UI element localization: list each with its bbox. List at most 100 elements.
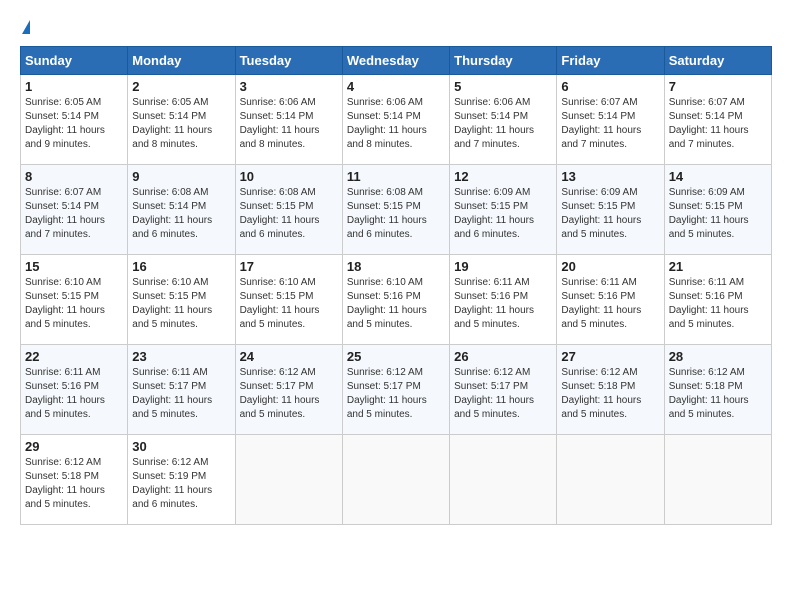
day-info: Sunrise: 6:12 AMSunset: 5:18 PMDaylight:…: [25, 457, 105, 510]
calendar-day-header: Tuesday: [235, 47, 342, 75]
logo: [20, 20, 30, 36]
day-info: Sunrise: 6:06 AMSunset: 5:14 PMDaylight:…: [454, 97, 534, 150]
calendar-week-row: 1 Sunrise: 6:05 AMSunset: 5:14 PMDayligh…: [21, 75, 772, 165]
calendar-cell: 11 Sunrise: 6:08 AMSunset: 5:15 PMDaylig…: [342, 165, 449, 255]
page-header: [20, 20, 772, 36]
day-number: 29: [25, 439, 123, 454]
calendar-week-row: 15 Sunrise: 6:10 AMSunset: 5:15 PMDaylig…: [21, 255, 772, 345]
day-number: 27: [561, 349, 659, 364]
day-info: Sunrise: 6:08 AMSunset: 5:14 PMDaylight:…: [132, 187, 212, 240]
day-number: 28: [669, 349, 767, 364]
day-info: Sunrise: 6:08 AMSunset: 5:15 PMDaylight:…: [347, 187, 427, 240]
day-number: 5: [454, 79, 552, 94]
day-number: 26: [454, 349, 552, 364]
day-info: Sunrise: 6:10 AMSunset: 5:15 PMDaylight:…: [132, 277, 212, 330]
day-info: Sunrise: 6:06 AMSunset: 5:14 PMDaylight:…: [240, 97, 320, 150]
day-number: 24: [240, 349, 338, 364]
calendar-cell: 10 Sunrise: 6:08 AMSunset: 5:15 PMDaylig…: [235, 165, 342, 255]
calendar-cell: 8 Sunrise: 6:07 AMSunset: 5:14 PMDayligh…: [21, 165, 128, 255]
calendar-cell: 5 Sunrise: 6:06 AMSunset: 5:14 PMDayligh…: [450, 75, 557, 165]
day-info: Sunrise: 6:11 AMSunset: 5:16 PMDaylight:…: [561, 277, 641, 330]
day-info: Sunrise: 6:12 AMSunset: 5:17 PMDaylight:…: [454, 367, 534, 420]
day-number: 3: [240, 79, 338, 94]
day-info: Sunrise: 6:07 AMSunset: 5:14 PMDaylight:…: [669, 97, 749, 150]
day-number: 20: [561, 259, 659, 274]
day-info: Sunrise: 6:05 AMSunset: 5:14 PMDaylight:…: [25, 97, 105, 150]
calendar-cell: 17 Sunrise: 6:10 AMSunset: 5:15 PMDaylig…: [235, 255, 342, 345]
day-info: Sunrise: 6:11 AMSunset: 5:16 PMDaylight:…: [669, 277, 749, 330]
day-info: Sunrise: 6:12 AMSunset: 5:18 PMDaylight:…: [561, 367, 641, 420]
day-info: Sunrise: 6:11 AMSunset: 5:17 PMDaylight:…: [132, 367, 212, 420]
calendar-day-header: Monday: [128, 47, 235, 75]
day-number: 21: [669, 259, 767, 274]
logo-icon: [22, 20, 30, 34]
calendar-cell: 2 Sunrise: 6:05 AMSunset: 5:14 PMDayligh…: [128, 75, 235, 165]
day-info: Sunrise: 6:12 AMSunset: 5:18 PMDaylight:…: [669, 367, 749, 420]
day-number: 4: [347, 79, 445, 94]
calendar-day-header: Saturday: [664, 47, 771, 75]
day-number: 1: [25, 79, 123, 94]
day-info: Sunrise: 6:10 AMSunset: 5:15 PMDaylight:…: [25, 277, 105, 330]
day-info: Sunrise: 6:07 AMSunset: 5:14 PMDaylight:…: [561, 97, 641, 150]
day-info: Sunrise: 6:07 AMSunset: 5:14 PMDaylight:…: [25, 187, 105, 240]
calendar-day-header: Friday: [557, 47, 664, 75]
day-number: 25: [347, 349, 445, 364]
day-number: 13: [561, 169, 659, 184]
calendar-cell: 18 Sunrise: 6:10 AMSunset: 5:16 PMDaylig…: [342, 255, 449, 345]
calendar-cell: [450, 435, 557, 525]
day-number: 10: [240, 169, 338, 184]
calendar-day-header: Thursday: [450, 47, 557, 75]
day-info: Sunrise: 6:12 AMSunset: 5:17 PMDaylight:…: [240, 367, 320, 420]
calendar-cell: 14 Sunrise: 6:09 AMSunset: 5:15 PMDaylig…: [664, 165, 771, 255]
day-number: 11: [347, 169, 445, 184]
day-number: 18: [347, 259, 445, 274]
day-number: 19: [454, 259, 552, 274]
day-info: Sunrise: 6:11 AMSunset: 5:16 PMDaylight:…: [454, 277, 534, 330]
day-number: 22: [25, 349, 123, 364]
calendar-week-row: 8 Sunrise: 6:07 AMSunset: 5:14 PMDayligh…: [21, 165, 772, 255]
calendar-cell: 27 Sunrise: 6:12 AMSunset: 5:18 PMDaylig…: [557, 345, 664, 435]
calendar-cell: 30 Sunrise: 6:12 AMSunset: 5:19 PMDaylig…: [128, 435, 235, 525]
day-info: Sunrise: 6:10 AMSunset: 5:15 PMDaylight:…: [240, 277, 320, 330]
day-info: Sunrise: 6:08 AMSunset: 5:15 PMDaylight:…: [240, 187, 320, 240]
day-info: Sunrise: 6:12 AMSunset: 5:17 PMDaylight:…: [347, 367, 427, 420]
calendar-cell: 1 Sunrise: 6:05 AMSunset: 5:14 PMDayligh…: [21, 75, 128, 165]
calendar-header-row: SundayMondayTuesdayWednesdayThursdayFrid…: [21, 47, 772, 75]
day-number: 17: [240, 259, 338, 274]
calendar-cell: 13 Sunrise: 6:09 AMSunset: 5:15 PMDaylig…: [557, 165, 664, 255]
calendar-table: SundayMondayTuesdayWednesdayThursdayFrid…: [20, 46, 772, 525]
calendar-cell: 12 Sunrise: 6:09 AMSunset: 5:15 PMDaylig…: [450, 165, 557, 255]
day-info: Sunrise: 6:09 AMSunset: 5:15 PMDaylight:…: [454, 187, 534, 240]
title-area: [30, 20, 772, 22]
day-number: 16: [132, 259, 230, 274]
calendar-cell: 21 Sunrise: 6:11 AMSunset: 5:16 PMDaylig…: [664, 255, 771, 345]
day-info: Sunrise: 6:12 AMSunset: 5:19 PMDaylight:…: [132, 457, 212, 510]
day-number: 30: [132, 439, 230, 454]
calendar-cell: 19 Sunrise: 6:11 AMSunset: 5:16 PMDaylig…: [450, 255, 557, 345]
calendar-cell: 9 Sunrise: 6:08 AMSunset: 5:14 PMDayligh…: [128, 165, 235, 255]
calendar-cell: 25 Sunrise: 6:12 AMSunset: 5:17 PMDaylig…: [342, 345, 449, 435]
day-number: 9: [132, 169, 230, 184]
calendar-cell: 22 Sunrise: 6:11 AMSunset: 5:16 PMDaylig…: [21, 345, 128, 435]
day-info: Sunrise: 6:11 AMSunset: 5:16 PMDaylight:…: [25, 367, 105, 420]
day-number: 8: [25, 169, 123, 184]
calendar-week-row: 22 Sunrise: 6:11 AMSunset: 5:16 PMDaylig…: [21, 345, 772, 435]
day-number: 2: [132, 79, 230, 94]
calendar-cell: [664, 435, 771, 525]
day-number: 7: [669, 79, 767, 94]
day-info: Sunrise: 6:06 AMSunset: 5:14 PMDaylight:…: [347, 97, 427, 150]
calendar-cell: 20 Sunrise: 6:11 AMSunset: 5:16 PMDaylig…: [557, 255, 664, 345]
day-info: Sunrise: 6:09 AMSunset: 5:15 PMDaylight:…: [561, 187, 641, 240]
calendar-cell: 7 Sunrise: 6:07 AMSunset: 5:14 PMDayligh…: [664, 75, 771, 165]
calendar-cell: [235, 435, 342, 525]
calendar-cell: 28 Sunrise: 6:12 AMSunset: 5:18 PMDaylig…: [664, 345, 771, 435]
day-info: Sunrise: 6:05 AMSunset: 5:14 PMDaylight:…: [132, 97, 212, 150]
calendar-cell: 23 Sunrise: 6:11 AMSunset: 5:17 PMDaylig…: [128, 345, 235, 435]
calendar-day-header: Wednesday: [342, 47, 449, 75]
day-number: 15: [25, 259, 123, 274]
calendar-cell: 15 Sunrise: 6:10 AMSunset: 5:15 PMDaylig…: [21, 255, 128, 345]
calendar-cell: 24 Sunrise: 6:12 AMSunset: 5:17 PMDaylig…: [235, 345, 342, 435]
day-number: 6: [561, 79, 659, 94]
day-number: 12: [454, 169, 552, 184]
calendar-cell: 6 Sunrise: 6:07 AMSunset: 5:14 PMDayligh…: [557, 75, 664, 165]
